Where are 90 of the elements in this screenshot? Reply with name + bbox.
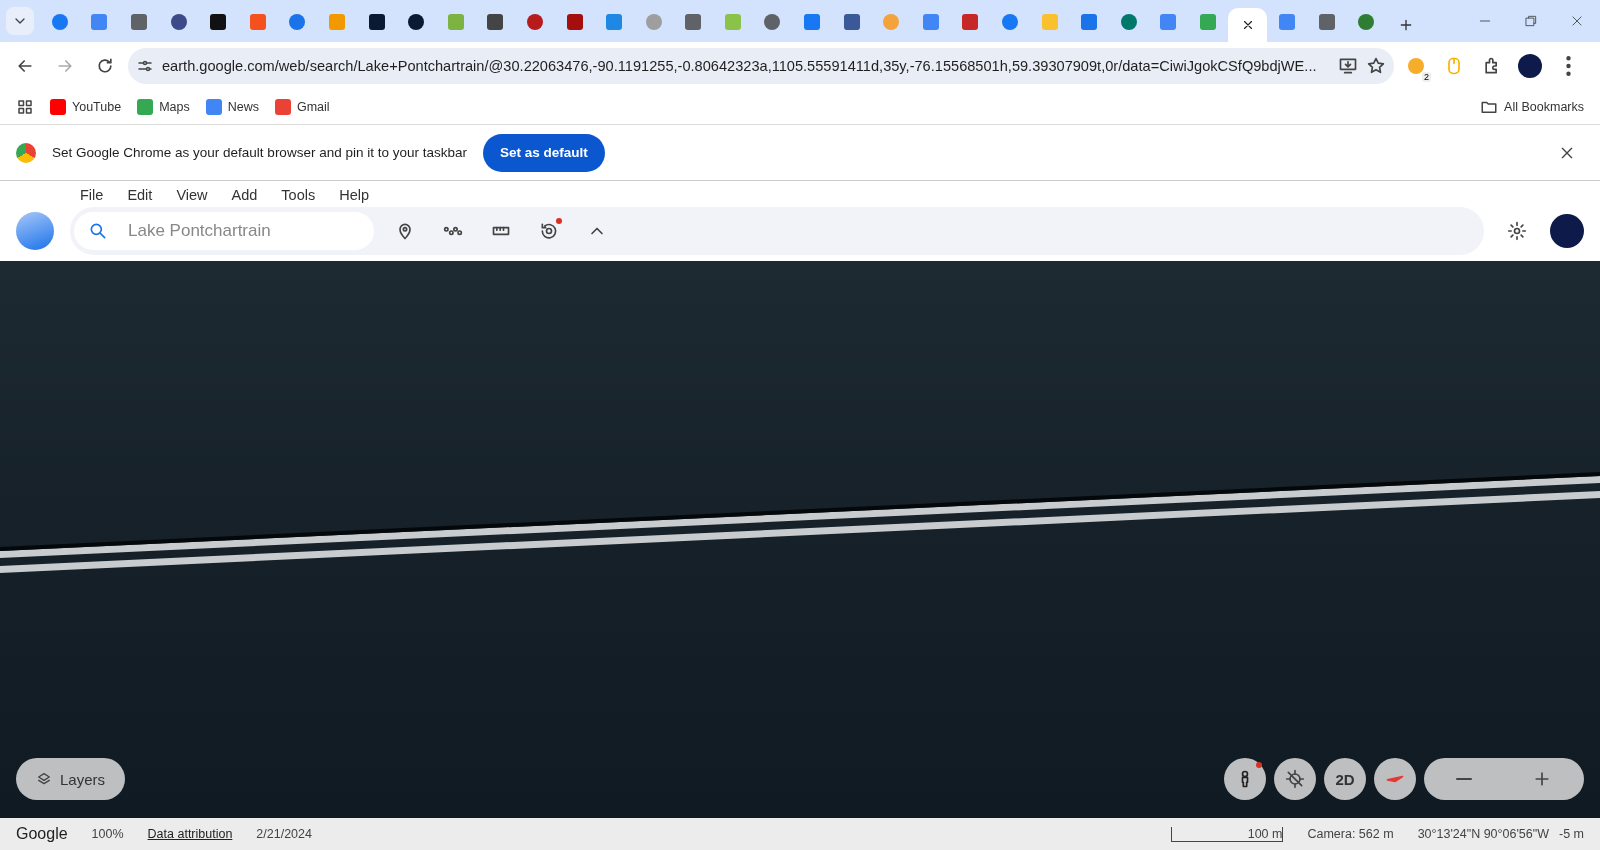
favicon-icon <box>764 14 781 30</box>
history-globe-icon <box>539 221 559 241</box>
satellite-map[interactable]: Layers 2D <box>0 261 1600 818</box>
favicon-icon <box>804 14 821 30</box>
google-logo: Google <box>16 825 68 843</box>
coordinates: 30°13'24"N 90°06'56"W <box>1417 827 1549 841</box>
extension-icon <box>1408 57 1424 74</box>
favicon-icon <box>645 14 662 30</box>
menu-item[interactable]: Edit <box>117 187 163 203</box>
imagery-date: 2/21/2024 <box>256 827 312 841</box>
close-icon <box>1570 14 1584 28</box>
profile-avatar[interactable] <box>1550 214 1584 248</box>
bookmark-link[interactable]: YouTube <box>50 98 122 115</box>
favicon-icon <box>526 14 543 30</box>
search-field[interactable]: Lake Pontchartrain <box>74 212 374 250</box>
favicon-icon <box>1120 14 1137 30</box>
favicon-icon <box>922 14 939 30</box>
notification-dot <box>1256 762 1262 768</box>
favicon-icon <box>685 14 702 30</box>
favicon-icon <box>1318 14 1335 30</box>
favicon-icon <box>51 14 68 30</box>
all-bookmarks-link[interactable]: All Bookmarks <box>1480 97 1584 116</box>
street-view-button[interactable] <box>1224 758 1266 800</box>
favicon-icon <box>1081 14 1098 30</box>
favicon-icon <box>1160 14 1177 30</box>
favicon-icon <box>487 14 504 30</box>
bookmark-favicon-icon <box>274 98 291 115</box>
view-mode-button[interactable]: 2D <box>1324 758 1366 800</box>
menu-item[interactable]: View <box>166 187 218 203</box>
compass-button[interactable] <box>1374 758 1416 800</box>
menu-item[interactable]: Add <box>221 187 268 203</box>
url-text: earth.google.com/web/search/Lake+Pontchartrain/@30.22063476,-90.1191255,-0.80642323a,1105.55591411d,35y,-76.15568501h,59.39307909t,0r/data=CiwiJgokCSfQ9bdjWE... <box>162 57 1318 74</box>
favicon-icon <box>131 14 147 30</box>
favicon-icon <box>962 14 979 30</box>
restore-icon <box>1524 14 1538 28</box>
earth-logo-icon <box>16 212 54 250</box>
minus-icon <box>1456 777 1472 781</box>
bookmark-favicon-icon <box>50 98 66 115</box>
favicon-icon <box>1200 14 1216 30</box>
chrome-logo-icon <box>16 142 36 163</box>
location-button[interactable] <box>1274 758 1316 800</box>
favicon-icon <box>566 14 583 30</box>
apps-grid-icon <box>16 97 34 116</box>
layers-button[interactable]: Layers <box>16 758 126 800</box>
favicon-icon <box>368 14 385 30</box>
extension-button[interactable]: 2 <box>1400 49 1432 82</box>
bookmark-link[interactable]: Gmail <box>274 98 330 115</box>
favicon-icon <box>447 14 464 30</box>
bookmark-link[interactable]: News <box>205 98 259 115</box>
favicon-icon <box>1041 14 1058 30</box>
favicon-icon <box>1279 14 1296 30</box>
address-bar[interactable]: earth.google.com/web/search/Lake+Pontchartrain/@30.22063476,-90.1191255,-0.80642323a,1105.55591411d,35y,-76.15568501h,59.39307909t,0r/data=CiwiJgokCSfQ9bdjWE... <box>128 47 1394 84</box>
favicon-icon <box>328 14 345 30</box>
plus-icon <box>1398 17 1414 33</box>
favicon-icon <box>289 14 306 30</box>
tab-search-button[interactable] <box>6 7 34 35</box>
favicon-icon <box>843 14 860 30</box>
favicon-icon <box>91 14 108 30</box>
notification-dot <box>556 218 562 224</box>
favicon-icon <box>170 14 187 30</box>
infobar-message: Set Google Chrome as your default browser and pin it to your taskbar <box>52 145 467 160</box>
favicon-icon <box>606 14 623 30</box>
bookmark-star-icon <box>1366 55 1386 76</box>
layers-icon <box>36 771 52 787</box>
favicon-icon <box>210 14 227 30</box>
location-off-icon <box>1285 769 1305 789</box>
menu-item[interactable]: Tools <box>271 187 326 203</box>
favicon-icon <box>1002 14 1019 30</box>
extension-badge: 2 <box>1422 71 1431 82</box>
favicon-icon <box>724 14 741 30</box>
favicon-icon <box>1358 14 1375 30</box>
bookmark-favicon-icon <box>205 98 222 115</box>
search-icon <box>88 221 108 241</box>
bookmark-link[interactable]: Maps <box>137 98 190 115</box>
more-vertical-icon <box>1565 55 1571 76</box>
zoom-level: 100% <box>91 827 124 841</box>
zoom-control[interactable] <box>1424 758 1584 800</box>
scale-bar: 100 m <box>1171 826 1284 842</box>
menu-item[interactable]: File <box>70 187 114 203</box>
set-default-button[interactable]: Set as default <box>482 133 605 172</box>
menu-item[interactable]: Help <box>329 187 380 203</box>
elevation: -5 m <box>1559 827 1584 841</box>
data-attribution-link[interactable]: Data attribution <box>147 827 233 841</box>
avatar-icon <box>1518 53 1542 78</box>
favicon-icon <box>408 14 425 30</box>
favicon-icon <box>249 14 266 30</box>
settings-icon <box>1507 221 1527 241</box>
camera-altitude: Camera: 562 m <box>1307 827 1394 841</box>
bookmark-favicon-icon <box>137 98 154 115</box>
favicon-icon <box>883 14 900 30</box>
